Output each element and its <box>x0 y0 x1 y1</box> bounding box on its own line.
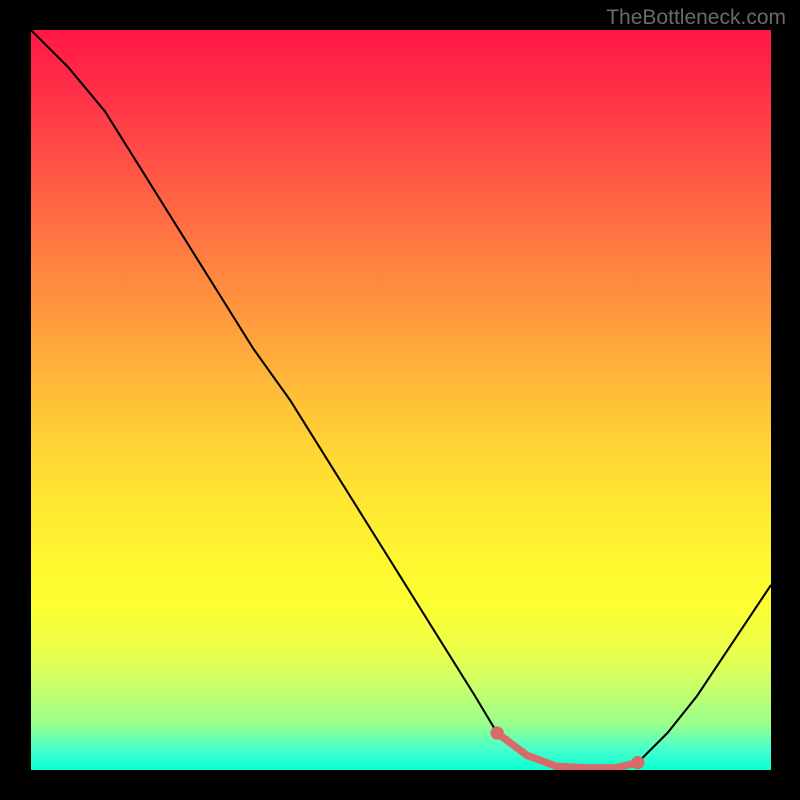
optimal-region-highlight <box>31 30 771 770</box>
chart-plot-area <box>31 30 771 770</box>
watermark-text: TheBottleneck.com <box>606 6 786 30</box>
